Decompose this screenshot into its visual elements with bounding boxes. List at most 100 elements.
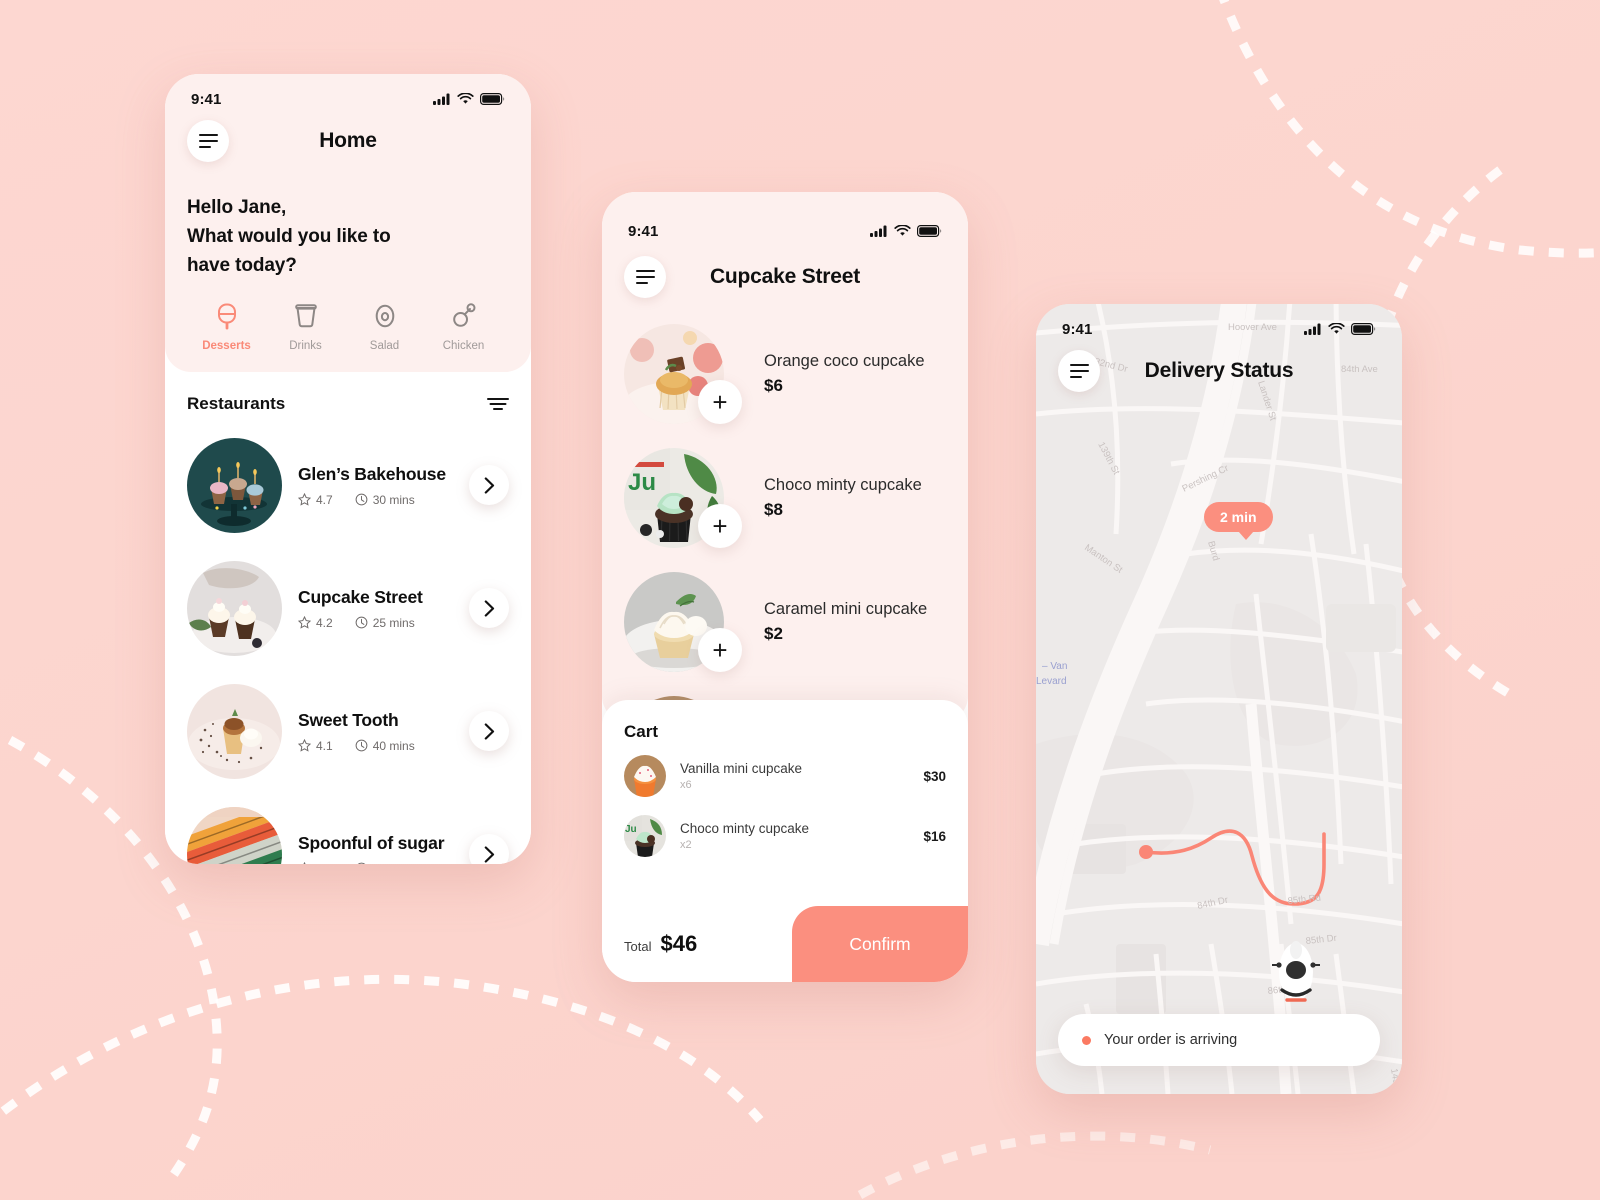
avocado-icon xyxy=(375,304,394,327)
category-tab-salad[interactable]: Salad xyxy=(345,303,424,352)
home-app-header: Home xyxy=(165,114,531,162)
clock-icon xyxy=(355,739,368,752)
restaurant-meta: 4.7 30 mins xyxy=(298,493,453,507)
category-label: Desserts xyxy=(202,339,251,352)
list-item[interactable]: + Caramel mini cupcake $2 xyxy=(602,560,968,684)
greeting-line-1: Hello Jane, xyxy=(187,197,287,218)
category-label: Drinks xyxy=(289,339,322,352)
egg-icon xyxy=(531,303,532,331)
cupcakes-on-teal-stand-image xyxy=(187,437,282,533)
clock-icon xyxy=(355,616,368,629)
category-tab-chicken[interactable]: Chicken xyxy=(424,302,503,352)
total-label: Total xyxy=(624,939,652,954)
table-row[interactable]: Glen’s Bakehouse 4.7 30 mins xyxy=(187,424,509,547)
restaurant-meta: 4.1 40 mins xyxy=(298,739,453,753)
cart-item-price: $30 xyxy=(923,768,946,784)
page-title: Delivery Status xyxy=(1144,359,1294,382)
list-item[interactable]: + Orange coco cupcake $6 xyxy=(602,312,968,436)
restaurants-header: Restaurants xyxy=(187,394,509,414)
cart-item-qty: x2 xyxy=(680,839,692,851)
greeting-line-2: What would you like to xyxy=(187,225,391,247)
category-label: Chicken xyxy=(442,339,485,352)
restaurant-name: Sweet Tooth xyxy=(298,709,399,730)
table-row[interactable]: Cupcake Street 4.2 25 mins xyxy=(187,547,509,670)
eta-badge: 2 min xyxy=(1204,502,1273,540)
open-restaurant-button[interactable] xyxy=(469,588,509,629)
battery-icon xyxy=(480,93,505,105)
white-frosted-cupcakes-image xyxy=(187,560,282,656)
choco-minty-cupcake-image: Ju xyxy=(624,815,666,857)
confirm-button[interactable]: Confirm xyxy=(792,906,968,982)
status-icons xyxy=(870,225,942,237)
star-icon xyxy=(298,493,311,506)
clock-icon xyxy=(357,862,365,864)
status-time: 9:41 xyxy=(191,90,222,108)
time-chip: 30 mins xyxy=(355,493,415,507)
table-row[interactable]: Sweet Tooth 4.1 40 mins xyxy=(187,670,509,793)
svg-text:Ju: Ju xyxy=(628,469,656,496)
delivery-time: 40 mins xyxy=(372,738,415,753)
home-hero: 9:41 Home Hello Jane, What would you lik… xyxy=(165,74,531,372)
rating-value: 3.7 xyxy=(316,862,333,864)
restaurant-info: Sweet Tooth 4.1 40 mins xyxy=(298,710,453,753)
star-icon xyxy=(298,616,311,629)
restaurant-info: Cupcake Street 4.2 25 mins xyxy=(298,587,453,630)
dish-price: $6 xyxy=(764,376,783,395)
table-row[interactable]: Spoonful of sugar 3.7 50 mins xyxy=(187,793,509,864)
dish-price: $8 xyxy=(764,500,783,519)
wifi-icon xyxy=(457,93,474,104)
section-title: Restaurants xyxy=(187,393,286,413)
cart-item-info: Choco minty cupcake x2 xyxy=(680,821,909,851)
restaurant-meta: 4.2 25 mins xyxy=(298,616,453,630)
phone-delivery-screen: Hoover Ave 84th Ave 82nd Dr 139th St Lan… xyxy=(1036,304,1402,1094)
restaurant-name: Glen’s Bakehouse xyxy=(298,463,446,484)
status-bar: 9:41 xyxy=(602,210,968,250)
status-message: Your order is arriving xyxy=(1104,1032,1238,1048)
restaurant-info: Glen’s Bakehouse 4.7 30 mins xyxy=(298,464,453,507)
status-bar: 9:41 xyxy=(165,74,531,114)
battery-icon xyxy=(1351,323,1376,335)
category-tab-eggs[interactable]: E xyxy=(503,303,531,352)
status-badge[interactable]: Your order is arriving xyxy=(1058,1014,1380,1066)
cart-item-price: $16 xyxy=(923,828,946,844)
dish-thumbnail-wrap: Ju + xyxy=(624,448,742,548)
open-restaurant-button[interactable] xyxy=(469,834,509,864)
add-to-cart-button[interactable]: + xyxy=(698,628,742,672)
total-value: $46 xyxy=(660,931,698,956)
dish-name: Choco minty cupcake xyxy=(764,476,922,494)
cart-item-row[interactable]: Ju Choco minty cupcake x2 $16 xyxy=(602,806,968,866)
delivery-overlay: 9:41 Delivery Status 2 min Your order is… xyxy=(1036,304,1402,1094)
cellular-signal-icon xyxy=(433,93,450,105)
page-title: Home xyxy=(319,129,377,152)
add-to-cart-button[interactable]: + xyxy=(698,504,742,548)
menu-pink-panel: 9:41 Cupcake Street + Orange coco cupcak… xyxy=(602,192,968,722)
rating-chip: 4.1 xyxy=(298,739,333,753)
add-to-cart-button[interactable]: + xyxy=(698,380,742,424)
category-label: Salad xyxy=(369,339,400,352)
filter-icon[interactable] xyxy=(487,397,509,411)
status-icons xyxy=(1304,323,1376,335)
cart-item-row[interactable]: Vanilla mini cupcake x6 $30 xyxy=(602,746,968,806)
cart-item-name: Vanilla mini cupcake xyxy=(680,761,803,776)
delivery-app-header: Delivery Status xyxy=(1036,344,1402,392)
rating-chip: 3.7 xyxy=(298,862,333,864)
restaurant-name: Spoonful of sugar xyxy=(298,832,445,853)
open-restaurant-button[interactable] xyxy=(469,465,509,506)
cellular-signal-icon xyxy=(870,225,887,237)
restaurant-thumbnail xyxy=(187,806,282,864)
greeting-line-3: have today? xyxy=(187,254,297,276)
status-time: 9:41 xyxy=(628,222,659,240)
category-tab-desserts[interactable]: Desserts xyxy=(187,303,266,352)
category-tab-drinks[interactable]: Drinks xyxy=(266,303,345,352)
dish-price: $2 xyxy=(764,624,783,643)
dish-info: Choco minty cupcake $8 xyxy=(764,476,922,520)
cellular-signal-icon xyxy=(1304,323,1321,335)
restaurant-thumbnail xyxy=(187,437,282,533)
open-restaurant-button[interactable] xyxy=(469,711,509,752)
restaurant-name: Cupcake Street xyxy=(298,586,423,607)
list-item[interactable]: Ju + Choco minty cupcake $8 xyxy=(602,436,968,560)
restaurant-meta: 3.7 50 mins xyxy=(298,862,453,864)
delivery-time: 30 mins xyxy=(372,492,415,507)
popsicle-icon xyxy=(217,303,236,330)
dish-name: Caramel mini cupcake xyxy=(764,600,928,618)
